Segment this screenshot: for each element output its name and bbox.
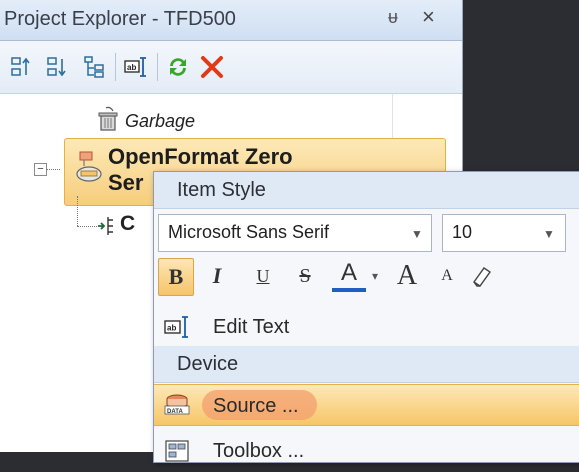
source-label: Source ... xyxy=(213,395,299,417)
panel-titlebar[interactable]: Project Explorer - TFD500 ᵾ × xyxy=(0,0,462,41)
italic-button[interactable]: I xyxy=(200,258,234,294)
svg-text:DATA: DATA xyxy=(167,409,183,415)
toolbar-separator xyxy=(157,53,158,81)
menu-item-source[interactable]: DATA Source ... xyxy=(154,384,579,426)
tree-item-garbage[interactable]: Garbage xyxy=(125,111,195,132)
edit-text-icon: ab xyxy=(164,316,188,338)
tree-connector xyxy=(77,226,97,227)
data-source-icon: DATA xyxy=(164,394,190,415)
device-node-icon xyxy=(76,151,102,182)
font-size-select[interactable]: 10 ▼ xyxy=(442,214,566,252)
device-header: Device xyxy=(154,346,579,383)
edit-text-label: Edit Text xyxy=(213,316,290,338)
font-family-value: Microsoft Sans Serif xyxy=(168,222,330,242)
format-toolbar: B I U S A ▾ A A xyxy=(154,258,579,298)
menu-item-edit-text[interactable]: ab Edit Text xyxy=(154,306,579,348)
delete-icon[interactable] xyxy=(200,55,224,79)
tree-connector xyxy=(77,196,78,226)
item-style-header: Item Style xyxy=(154,172,579,209)
font-size-value: 10 xyxy=(452,222,473,242)
toolbox-icon xyxy=(165,440,189,462)
svg-text:ab: ab xyxy=(167,324,176,333)
clear-format-icon[interactable] xyxy=(470,264,494,288)
device-header-label: Device xyxy=(177,353,239,375)
tree-structure-icon[interactable] xyxy=(82,55,106,79)
toolbar-separator xyxy=(115,53,116,81)
sort-ascending-icon[interactable] xyxy=(10,55,34,79)
svg-text:ab: ab xyxy=(127,63,136,72)
context-menu: Item Style Microsoft Sans Serif ▼ 10 ▼ B… xyxy=(153,171,579,463)
font-color-dropdown-icon[interactable]: ▾ xyxy=(366,258,384,294)
tree-connector xyxy=(46,169,60,170)
panel-title: Project Explorer - TFD500 xyxy=(4,8,236,30)
item-style-header-label: Item Style xyxy=(177,179,266,201)
pin-icon[interactable]: ᵾ xyxy=(388,7,398,28)
edit-text-icon[interactable]: ab xyxy=(124,55,148,79)
strikethrough-button[interactable]: S xyxy=(288,258,322,294)
menu-item-toolbox[interactable]: Toolbox ... xyxy=(154,430,579,472)
explorer-toolbar: ab xyxy=(0,41,462,94)
font-family-select[interactable]: Microsoft Sans Serif ▼ xyxy=(158,214,432,252)
underline-button[interactable]: U xyxy=(246,258,280,294)
selected-node-title: OpenFormat Zero xyxy=(108,144,293,169)
selected-node-title-cont: Ser xyxy=(108,170,144,195)
garbage-icon xyxy=(98,106,118,131)
chevron-down-icon: ▼ xyxy=(543,227,555,241)
tree-item-child[interactable]: C xyxy=(120,212,135,236)
sort-descending-icon[interactable] xyxy=(46,55,70,79)
shrink-font-button[interactable]: A xyxy=(430,258,464,294)
bold-button[interactable]: B xyxy=(158,258,194,296)
close-icon[interactable]: × xyxy=(422,4,435,30)
font-color-button[interactable]: A xyxy=(332,258,366,292)
grow-font-button[interactable]: A xyxy=(390,258,424,294)
channel-node-icon xyxy=(98,217,113,235)
chevron-down-icon: ▼ xyxy=(411,227,423,241)
refresh-icon[interactable] xyxy=(166,55,190,79)
